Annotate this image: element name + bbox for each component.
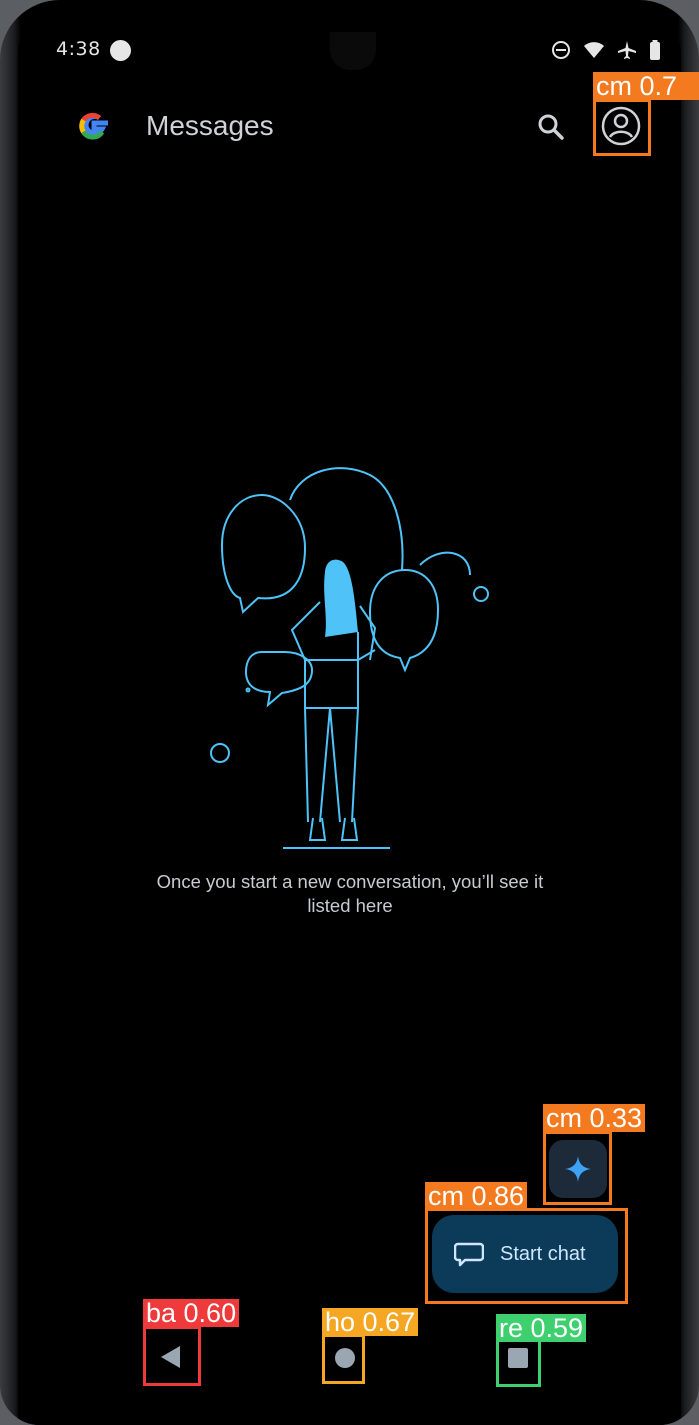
status-icons bbox=[551, 40, 661, 60]
status-time: 4:38 bbox=[56, 38, 101, 60]
detection-label-start-chat: cm 0.86 bbox=[425, 1182, 528, 1210]
detection-label-back: ba 0.60 bbox=[143, 1299, 240, 1327]
detection-box-home bbox=[322, 1334, 365, 1384]
empty-state-illustration bbox=[210, 467, 489, 849]
detection-box-recents bbox=[496, 1339, 541, 1387]
battery-icon bbox=[650, 40, 660, 60]
detection-box-start-chat bbox=[425, 1208, 628, 1304]
detection-box-account bbox=[593, 99, 651, 156]
do-not-disturb-icon bbox=[552, 41, 570, 59]
media-icon bbox=[110, 40, 131, 61]
app-title: Messages bbox=[146, 110, 274, 141]
detection-label-home: ho 0.67 bbox=[322, 1308, 419, 1336]
detection-label-recents: re 0.59 bbox=[496, 1314, 587, 1342]
camera-cutout bbox=[330, 32, 376, 70]
detection-label-account: cm 0.7 bbox=[593, 72, 699, 100]
wifi-icon bbox=[584, 42, 604, 58]
empty-state-line-2: listed here bbox=[307, 895, 393, 916]
detection-box-sparkle bbox=[543, 1131, 612, 1205]
detection-label-sparkle: cm 0.33 bbox=[543, 1104, 646, 1132]
search-icon[interactable] bbox=[534, 110, 568, 144]
phone-frame: 4:38 Messages Once you start a new conve… bbox=[0, 0, 699, 1425]
detection-box-back bbox=[143, 1326, 201, 1386]
empty-state-line-1: Once you start a new conversation, you’l… bbox=[156, 871, 544, 892]
airplane-icon bbox=[618, 41, 636, 59]
google-logo-icon bbox=[79, 112, 108, 140]
empty-state-message: Once you start a new conversation, you’l… bbox=[100, 870, 600, 918]
